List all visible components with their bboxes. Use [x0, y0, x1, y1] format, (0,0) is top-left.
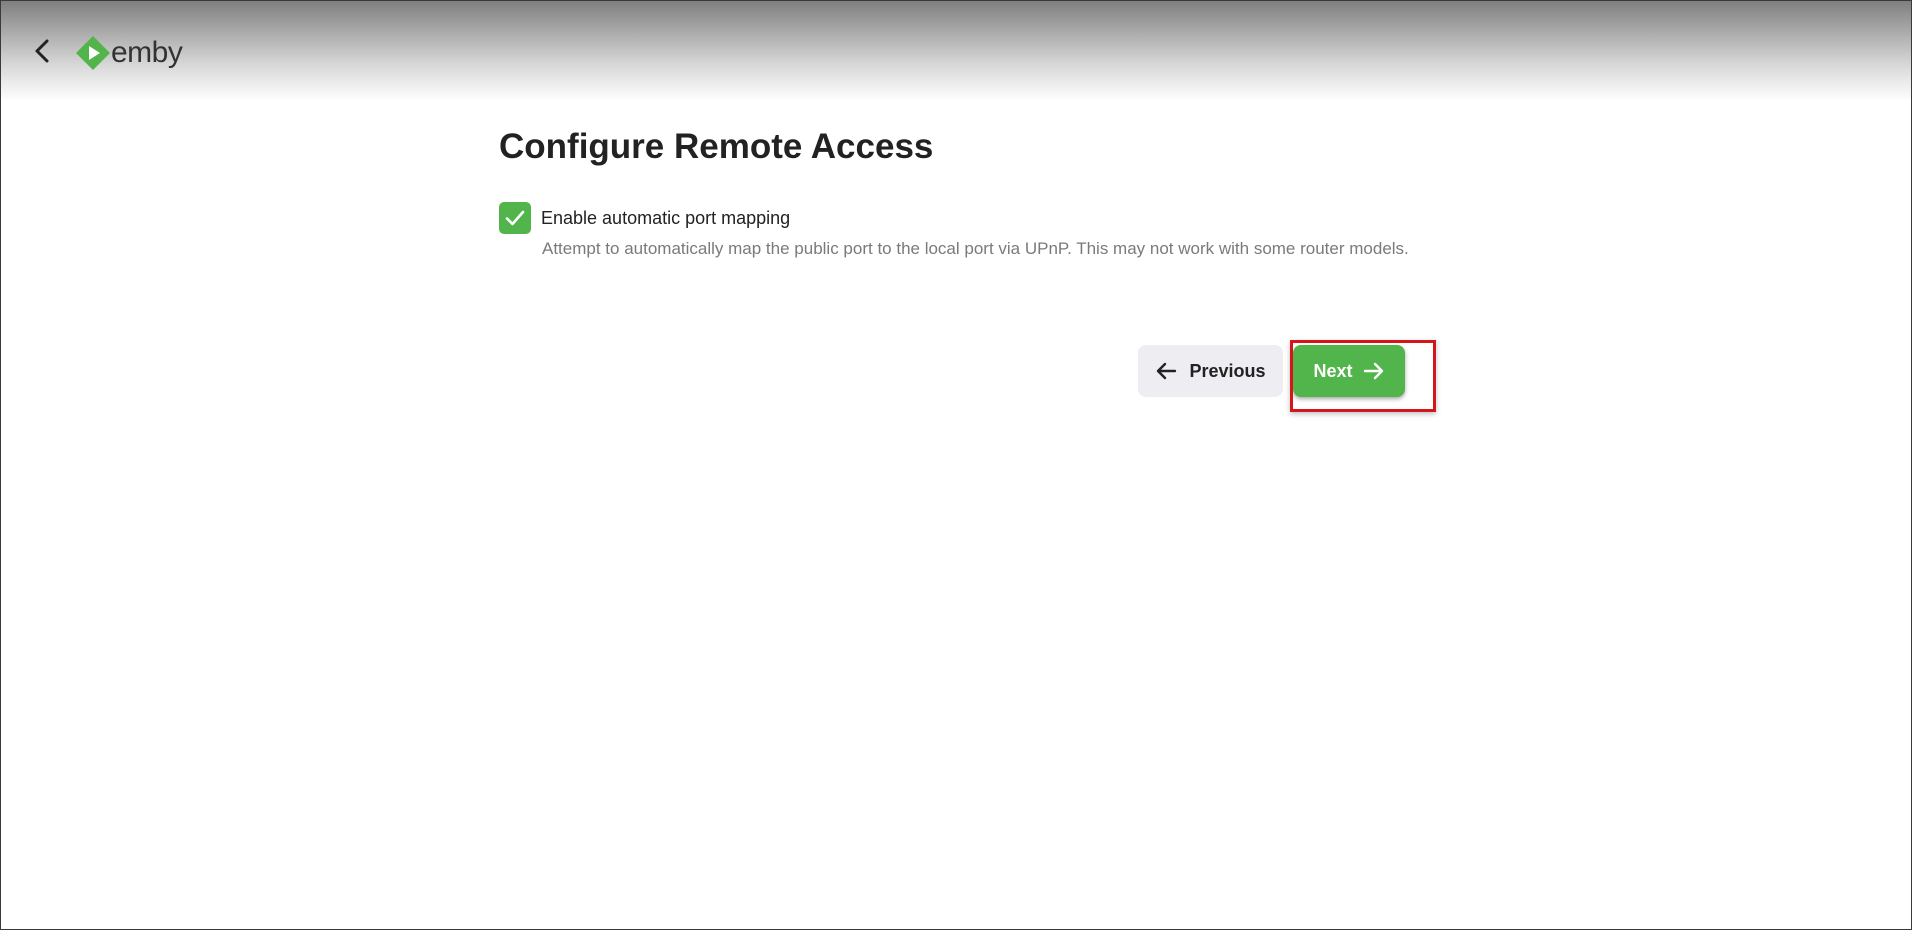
emby-play-diamond-icon	[76, 36, 110, 70]
next-button[interactable]: Next	[1293, 345, 1405, 397]
chevron-left-icon	[35, 39, 49, 63]
arrow-right-icon	[1363, 361, 1385, 381]
setup-wizard-window: emby Configure Remote Access Enable auto…	[0, 0, 1912, 930]
emby-logo: emby	[75, 33, 183, 73]
previous-button[interactable]: Previous	[1138, 345, 1283, 397]
header-bar: emby	[1, 1, 1911, 101]
logo-text: emby	[111, 36, 183, 69]
next-button-label: Next	[1313, 360, 1353, 381]
back-button[interactable]	[25, 33, 61, 69]
arrow-left-icon	[1155, 361, 1177, 381]
previous-button-label: Previous	[1189, 360, 1266, 381]
checkmark-icon	[505, 210, 525, 226]
port-mapping-description: Attempt to automatically map the public …	[542, 239, 1409, 258]
port-mapping-checkbox[interactable]	[499, 202, 531, 234]
page-title: Configure Remote Access	[499, 127, 934, 166]
port-mapping-label[interactable]: Enable automatic port mapping	[541, 206, 790, 230]
